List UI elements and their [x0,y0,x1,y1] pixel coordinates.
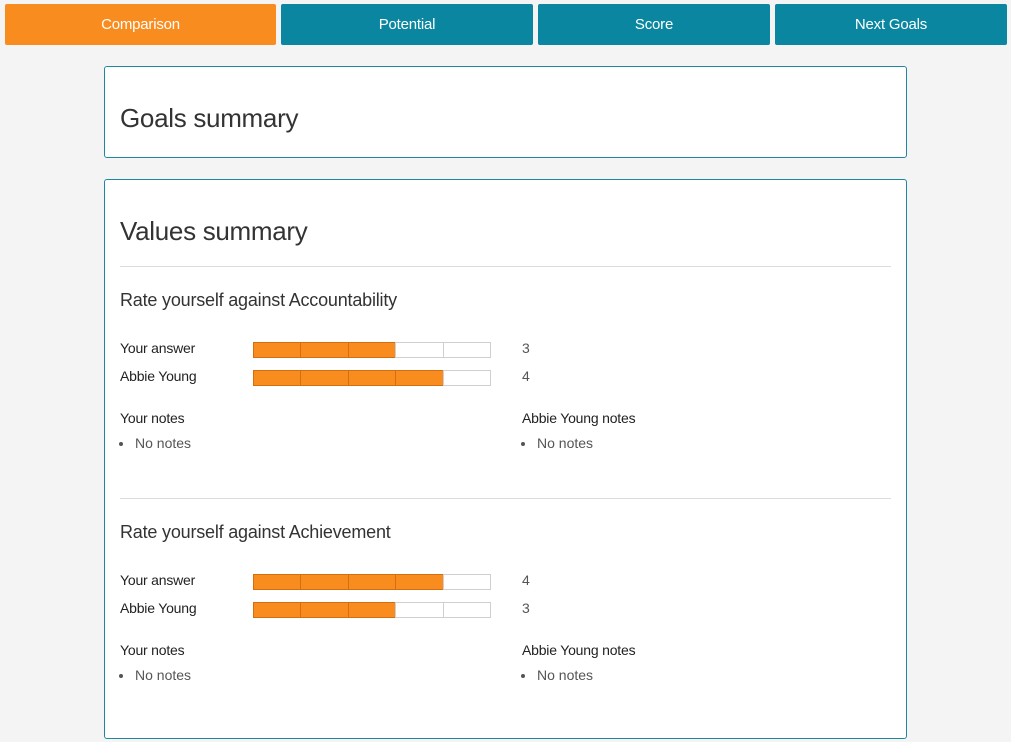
rating-segment-filled [395,574,444,590]
rating-segment-filled [300,342,349,358]
rating-value: 4 [522,368,530,384]
rating-segment-empty [442,602,492,618]
note-item: No notes [134,435,480,451]
rating-segment-filled [347,574,397,590]
notes-title: Abbie Young notes [522,642,636,658]
section-heading: Rate yourself against Achievement [120,522,391,542]
rating-segment-filled [347,370,397,386]
notes-title: Your notes [120,410,185,426]
goals-summary-title: Goals summary [120,103,299,133]
rating-segment-empty [395,602,444,618]
rating-row-your-answer: Your answer 3 [120,340,560,360]
rating-value: 3 [522,340,530,356]
abbie-young-notes: Abbie Young notes No notes [522,410,882,451]
values-summary-title: Values summary [120,216,308,246]
value-section-accountability: Rate yourself against Accountability You… [120,290,891,510]
rating-segment-filled [347,602,397,618]
goals-summary-panel: Goals summary [104,66,907,158]
rating-segment-filled [253,370,302,386]
notes-list: No notes [522,435,882,451]
rating-row-your-answer: Your answer 4 [120,572,560,592]
notes-list: No notes [120,667,480,683]
rating-segment-filled [347,342,397,358]
section-heading: Rate yourself against Accountability [120,290,397,310]
rating-label: Abbie Young [120,600,197,616]
your-notes: Your notes No notes [120,642,480,683]
rating-segment-filled [253,602,302,618]
rating-segment-filled [300,602,349,618]
notes-title: Abbie Young notes [522,410,636,426]
rating-value: 3 [522,600,530,616]
rating-segment-empty [442,370,492,386]
notes-title: Your notes [120,642,185,658]
rating-bar [253,342,492,360]
rating-label: Your answer [120,572,196,588]
tab-score[interactable]: Score [538,4,770,45]
value-section-achievement: Rate yourself against Achievement Your a… [120,522,891,742]
tab-comparison[interactable]: Comparison [5,4,276,45]
note-item: No notes [536,435,882,451]
rating-segment-filled [300,574,349,590]
your-notes: Your notes No notes [120,410,480,451]
note-item: No notes [134,667,480,683]
rating-segment-empty [442,342,492,358]
rating-row-abbie-young: Abbie Young 4 [120,368,560,388]
section-divider [120,498,891,499]
note-item: No notes [536,667,882,683]
rating-segment-filled [253,342,302,358]
tab-potential[interactable]: Potential [281,4,533,45]
rating-bar [253,574,492,592]
rating-bar [253,370,492,388]
values-summary-panel: Values summary Rate yourself against Acc… [104,179,907,739]
notes-list: No notes [120,435,480,451]
top-tab-bar: Comparison Potential Score Next Goals [5,4,1007,45]
rating-segment-empty [442,574,492,590]
tab-next-goals[interactable]: Next Goals [775,4,1007,45]
rating-segment-filled [300,370,349,386]
section-divider [120,266,891,267]
rating-segment-empty [395,342,444,358]
rating-value: 4 [522,572,530,588]
rating-label: Your answer [120,340,196,356]
abbie-young-notes: Abbie Young notes No notes [522,642,882,683]
rating-segment-filled [253,574,302,590]
rating-row-abbie-young: Abbie Young 3 [120,600,560,620]
rating-bar [253,602,492,620]
rating-label: Abbie Young [120,368,197,384]
notes-list: No notes [522,667,882,683]
rating-segment-filled [395,370,444,386]
